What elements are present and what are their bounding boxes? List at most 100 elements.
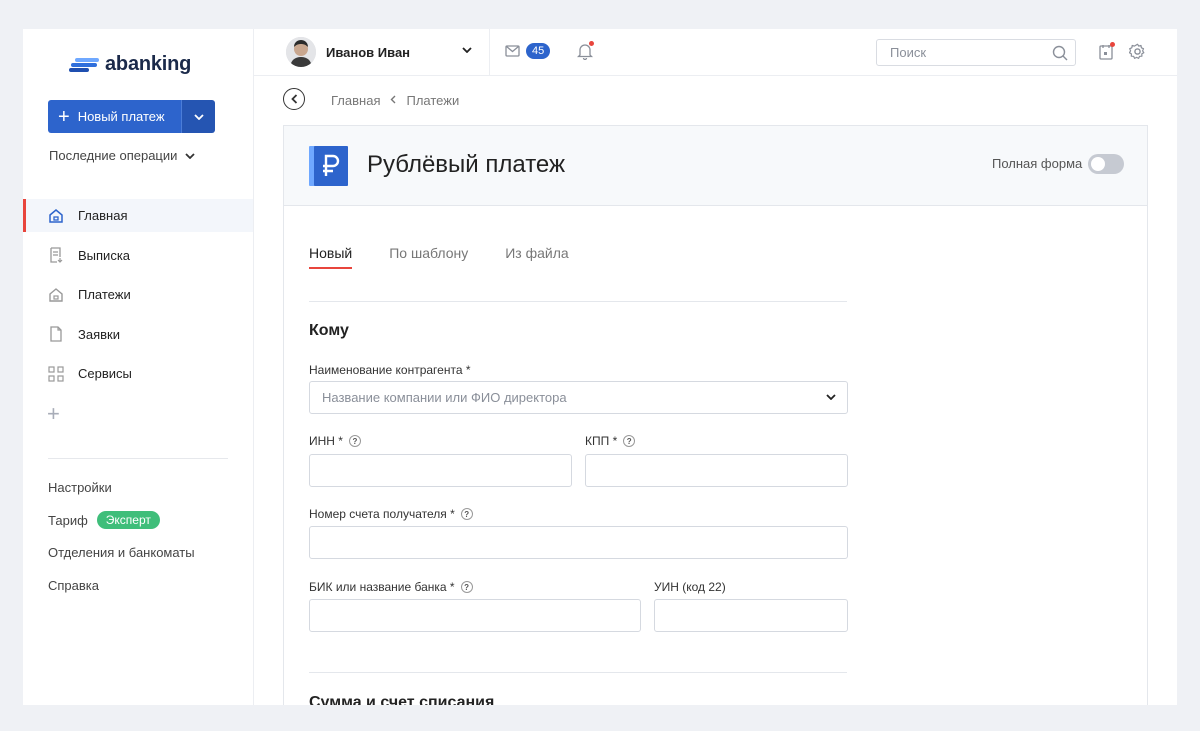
top-header: Иванов Иван 45 xyxy=(254,29,1177,76)
counterparty-select[interactable] xyxy=(309,381,848,414)
tariff-badge: Эксперт xyxy=(96,510,160,529)
account-label: Номер счета получателя * ? xyxy=(309,507,473,521)
full-form-toggle[interactable] xyxy=(1088,154,1124,174)
account-input[interactable] xyxy=(310,527,847,558)
notifications-button[interactable] xyxy=(576,41,594,65)
search-icon[interactable] xyxy=(1052,45,1068,61)
help-icon[interactable]: ? xyxy=(348,435,361,447)
kpp-input[interactable] xyxy=(586,455,847,486)
new-payment-button[interactable]: + Новый платеж xyxy=(48,100,181,133)
sidebar-item-statement[interactable]: Выписка xyxy=(23,239,253,272)
payment-form-card: Рублёвый платеж Полная форма Новый По ша… xyxy=(283,125,1148,705)
uin-label: УИН (код 22) xyxy=(654,580,726,594)
sidebar-item-label: Платежи xyxy=(78,287,131,302)
help-icon[interactable]: ? xyxy=(460,508,473,520)
bik-label: БИК или название банка * ? xyxy=(309,580,473,594)
account-label-text: Номер счета получателя * xyxy=(309,507,455,521)
inn-label: ИНН * ? xyxy=(309,434,361,448)
section-title-amount: Сумма и счет списания xyxy=(309,694,495,705)
tab-new[interactable]: Новый xyxy=(309,245,353,269)
payments-icon xyxy=(48,287,64,303)
search-box xyxy=(876,39,1076,66)
mail-button[interactable]: 45 xyxy=(505,43,551,59)
back-button[interactable] xyxy=(283,88,305,110)
sidebar-item-label: Заявки xyxy=(78,326,120,342)
counterparty-label-text: Наименование контрагента * xyxy=(309,363,471,377)
bik-input[interactable] xyxy=(310,600,640,631)
statement-icon xyxy=(48,247,64,263)
avatar xyxy=(286,37,316,67)
sidebar-nav: Главная Выписка Платежи Заявки Сервисы xyxy=(23,199,253,397)
divider xyxy=(309,672,847,673)
gear-icon xyxy=(1128,43,1145,59)
mail-icon xyxy=(505,45,520,57)
breadcrumb-trail: Главная Платежи xyxy=(331,93,459,108)
recent-operations-toggle[interactable]: Последние операции xyxy=(49,148,196,163)
chevron-down-icon xyxy=(193,113,204,120)
calendar-button[interactable] xyxy=(1099,42,1115,65)
recent-operations-label: Последние операции xyxy=(49,148,178,163)
user-menu[interactable]: Иванов Иван xyxy=(286,37,410,67)
settings-link[interactable]: Настройки xyxy=(48,480,195,513)
sidebar-item-label: Главная xyxy=(78,208,128,223)
sidebar-item-requests[interactable]: Заявки xyxy=(23,318,253,351)
mail-count-badge: 45 xyxy=(526,43,551,59)
chevron-left-icon xyxy=(290,94,297,104)
chevron-down-icon xyxy=(185,152,196,159)
ruble-icon xyxy=(309,146,348,186)
kpp-label: КПП * ? xyxy=(585,434,636,448)
card-header: Рублёвый платеж Полная форма xyxy=(284,126,1147,206)
tariff-link[interactable]: Тариф Эксперт xyxy=(48,510,195,546)
chevron-down-icon[interactable] xyxy=(462,47,472,53)
uin-field[interactable] xyxy=(654,599,848,632)
sidebar-divider xyxy=(48,458,228,459)
uin-label-text: УИН (код 22) xyxy=(654,580,726,594)
tab-from-file[interactable]: Из файла xyxy=(505,245,568,269)
kpp-label-text: КПП * xyxy=(585,434,618,448)
new-payment-dropdown-button[interactable] xyxy=(181,100,215,133)
notification-dot xyxy=(589,41,594,46)
form-tabs: Новый По шаблону Из файла xyxy=(309,245,606,269)
chevron-down-icon xyxy=(826,394,836,400)
help-link[interactable]: Справка xyxy=(48,578,195,611)
logo[interactable]: abanking xyxy=(69,53,191,76)
new-payment-split-button: + Новый платеж xyxy=(48,100,215,133)
sidebar-item-label: Выписка xyxy=(78,247,131,263)
logo-mark-icon xyxy=(69,57,101,72)
inn-input[interactable] xyxy=(310,455,571,486)
chevron-left-icon xyxy=(390,95,396,107)
divider xyxy=(309,301,847,302)
document-icon xyxy=(48,326,64,342)
uin-input[interactable] xyxy=(655,600,847,631)
sidebar-item-payments[interactable]: Платежи xyxy=(23,278,253,311)
breadcrumb-home-link[interactable]: Главная xyxy=(331,93,380,108)
kpp-field[interactable] xyxy=(585,454,848,487)
sidebar-item-home[interactable]: Главная xyxy=(23,199,253,232)
breadcrumb-current[interactable]: Платежи xyxy=(406,93,459,108)
settings-button[interactable] xyxy=(1128,43,1146,65)
help-icon[interactable]: ? xyxy=(623,435,636,447)
bik-field[interactable] xyxy=(309,599,641,632)
breadcrumb: Главная Платежи xyxy=(254,76,1177,125)
logo-text: abanking xyxy=(105,53,192,75)
app-window: abanking + Новый платеж Последние операц… xyxy=(23,29,1177,705)
counterparty-label: Наименование контрагента * xyxy=(309,363,471,377)
full-form-label: Полная форма xyxy=(992,156,1083,171)
tariff-label: Тариф xyxy=(48,512,88,528)
sidebar: abanking + Новый платеж Последние операц… xyxy=(23,29,254,705)
new-payment-label: Новый платеж xyxy=(77,109,165,124)
inn-label-text: ИНН * xyxy=(309,434,343,448)
search-input[interactable] xyxy=(890,45,1040,60)
add-nav-item-button[interactable]: + xyxy=(47,401,60,427)
account-field[interactable] xyxy=(309,526,848,559)
counterparty-input[interactable] xyxy=(310,382,847,413)
branches-link[interactable]: Отделения и банкоматы xyxy=(48,545,195,578)
tab-template[interactable]: По шаблону xyxy=(389,245,468,269)
sidebar-item-services[interactable]: Сервисы xyxy=(23,357,253,390)
home-icon xyxy=(48,208,64,224)
calendar-dot xyxy=(1110,42,1115,47)
sidebar-item-label: Сервисы xyxy=(78,366,132,381)
plus-icon: + xyxy=(58,105,70,128)
help-icon[interactable]: ? xyxy=(460,581,473,593)
inn-field[interactable] xyxy=(309,454,572,487)
